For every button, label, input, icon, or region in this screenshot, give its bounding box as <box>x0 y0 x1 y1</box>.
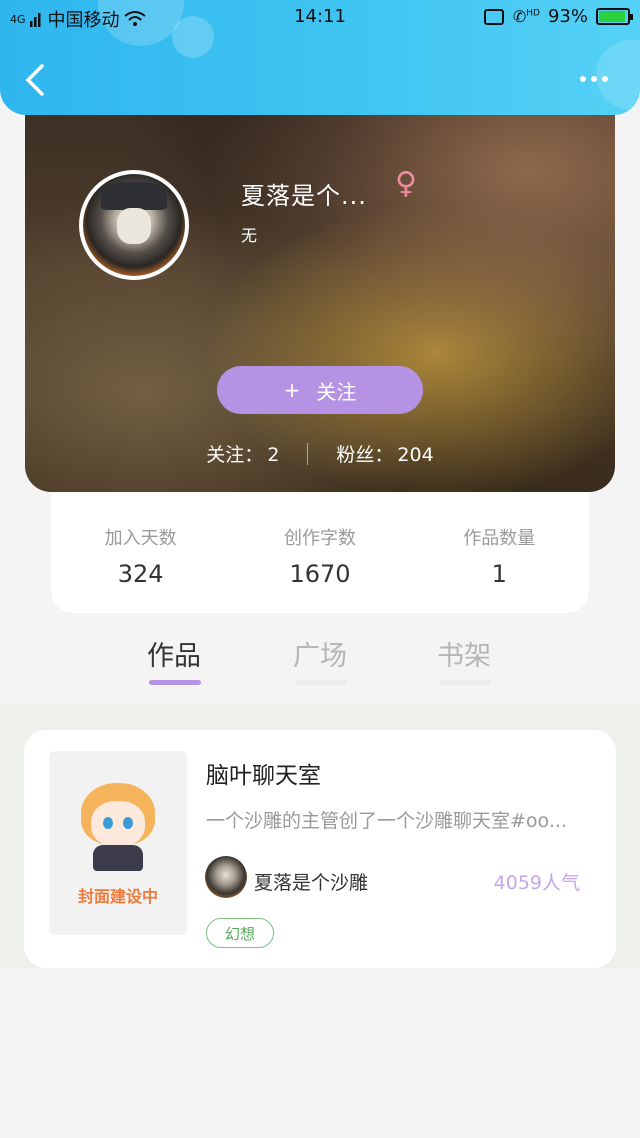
dot-icon <box>580 76 586 82</box>
back-button[interactable] <box>22 62 52 98</box>
stat-value: 1 <box>491 560 507 588</box>
genre-tag[interactable]: 幻想 <box>206 918 274 948</box>
status-bar: 4G 中国移动 14:11 ✆HD 93% <box>0 0 640 36</box>
female-icon: ♀ <box>395 166 417 201</box>
stat-label: 创作字数 <box>283 528 356 549</box>
follow-counts: 关注： 2 粉丝： 204 <box>25 440 615 467</box>
author-avatar[interactable] <box>205 856 247 898</box>
tab-square[interactable]: 广场 <box>270 634 370 673</box>
work-cover: 封面建设中 <box>49 751 187 935</box>
tab-indicator <box>295 680 347 685</box>
avatar[interactable] <box>79 170 189 280</box>
divider <box>307 442 309 465</box>
work-description: 一个沙雕的主管创了一个沙雕聊天室#oo... <box>206 810 567 832</box>
stat-label: 作品数量 <box>463 528 536 549</box>
cover-illustration-body <box>93 845 143 871</box>
follow-button-label: 关注 <box>316 379 357 404</box>
stat-value: 1670 <box>289 560 351 588</box>
cast-icon <box>483 8 504 25</box>
battery-percent: 93% <box>547 6 588 27</box>
hd-label: HD <box>526 8 540 19</box>
cover-illustration-eye <box>103 817 113 829</box>
battery-fill <box>599 11 626 22</box>
battery-icon <box>596 8 633 25</box>
stat-works-count: 作品数量 1 <box>410 492 589 613</box>
stat-word-count: 创作字数 1670 <box>230 492 409 613</box>
following-count: 2 <box>267 444 280 466</box>
dot-icon <box>602 76 608 82</box>
tab-works[interactable]: 作品 <box>124 634 224 673</box>
tab-bookshelf[interactable]: 书架 <box>414 634 514 673</box>
work-title: 脑叶聊天室 <box>206 763 321 789</box>
stat-value: 324 <box>117 560 164 588</box>
fans-count: 204 <box>397 444 434 466</box>
profile-banner: 夏落是个... ♀ 无 + 关注 关注： 2 粉丝： 204 <box>25 90 615 492</box>
cover-illustration-face <box>91 801 145 847</box>
author-name[interactable]: 夏落是个沙雕 <box>254 868 368 895</box>
bio: 无 <box>241 226 258 245</box>
cover-illustration-eye <box>123 817 133 829</box>
tab-bar: 作品 广场 书架 <box>0 620 640 700</box>
top-bar: 4G 中国移动 14:11 ✆HD 93% <box>0 0 640 115</box>
popularity-count: 4059人气 <box>493 872 580 894</box>
following-stat[interactable]: 关注： 2 <box>206 440 279 467</box>
more-options-button[interactable] <box>580 72 614 86</box>
username: 夏落是个... <box>241 182 367 210</box>
following-label: 关注： <box>206 444 264 466</box>
profile-page: 4G 中国移动 14:11 ✆HD 93% 夏落是个... ♀ 无 + 关注 关… <box>0 0 640 1138</box>
fans-label: 粉丝： <box>336 444 394 466</box>
work-card[interactable]: 封面建设中 脑叶聊天室 一个沙雕的主管创了一个沙雕聊天室#oo... 夏落是个沙… <box>24 730 616 968</box>
avatar-face <box>117 208 151 244</box>
avatar-hat <box>101 182 167 210</box>
chevron-left-icon <box>25 64 44 96</box>
follow-button[interactable]: + 关注 <box>217 366 423 414</box>
tab-indicator <box>439 680 491 685</box>
fans-stat[interactable]: 粉丝： 204 <box>336 440 433 467</box>
plus-icon: + <box>283 378 301 402</box>
tab-indicator <box>149 680 201 685</box>
cover-placeholder-text: 封面建设中 <box>77 887 158 906</box>
hd-call-icon: ✆HD <box>512 6 540 26</box>
stat-label: 加入天数 <box>104 528 177 549</box>
stat-join-days: 加入天数 324 <box>51 492 230 613</box>
dot-icon <box>591 76 597 82</box>
stats-card: 加入天数 324 创作字数 1670 作品数量 1 <box>51 492 589 613</box>
